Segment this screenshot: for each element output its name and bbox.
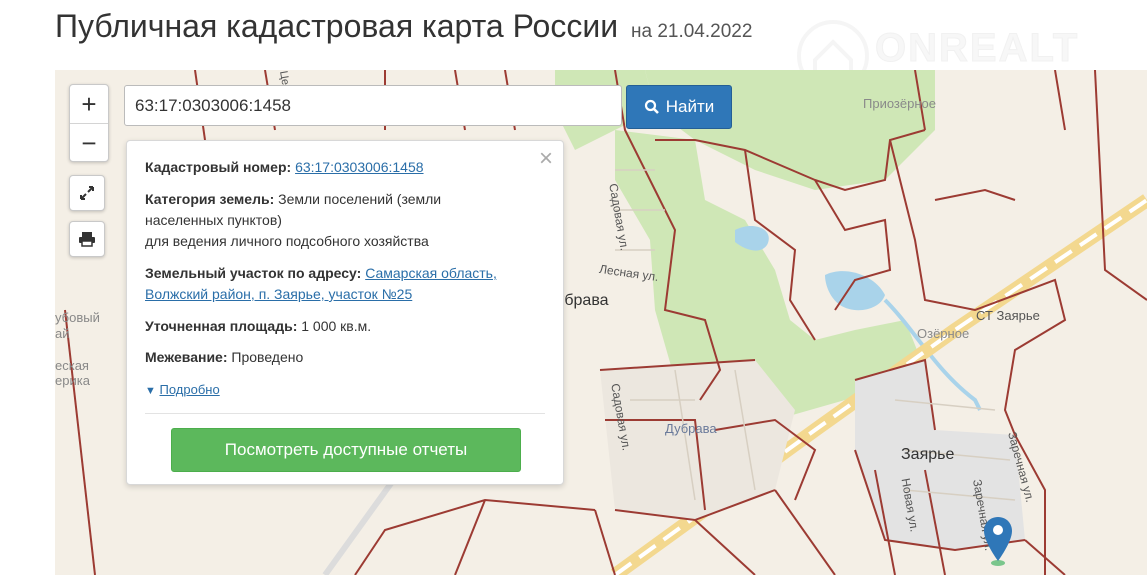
area-value: 1 000 кв.м.: [301, 318, 372, 334]
fullscreen-button[interactable]: [69, 175, 105, 211]
print-button[interactable]: [69, 221, 105, 257]
zoom-out-button[interactable]: −: [70, 123, 108, 162]
land-usage: для ведения личного подсобного хозяйства: [145, 233, 429, 249]
area-row: Уточненная площадь: 1 000 кв.м.: [145, 316, 543, 337]
address-label: Земельный участок по адресу:: [145, 265, 362, 281]
map-pin-icon[interactable]: [982, 515, 1014, 567]
cadastral-number-row: Кадастровый номер: 63:17:0303006:1458: [145, 157, 543, 178]
search-input[interactable]: [124, 85, 622, 126]
address-link-2[interactable]: Волжский район, п. Заярье, участок №25: [145, 286, 412, 302]
cadastral-number-link[interactable]: 63:17:0303006:1458: [295, 159, 423, 175]
address-link[interactable]: Самарская область,: [365, 265, 497, 281]
page-title: Публичная кадастровая карта России на 21…: [55, 8, 752, 45]
survey-row: Межевание: Проведено: [145, 347, 543, 368]
address-row: Земельный участок по адресу: Самарская о…: [145, 263, 543, 305]
search-button[interactable]: Найти: [626, 85, 732, 129]
land-category-value: Земли поселений (земли: [278, 191, 442, 207]
watermark-brand: ONREALT: [874, 26, 1080, 71]
survey-value: Проведено: [231, 349, 304, 365]
details-toggle[interactable]: ▼ Подробно: [145, 379, 543, 402]
parcel-info-popup: × Кадастровый номер: 63:17:0303006:1458 …: [126, 140, 564, 485]
zoom-control: + −: [69, 84, 109, 162]
details-link[interactable]: Подробно: [160, 382, 220, 397]
view-reports-button[interactable]: Посмотреть доступные отчеты: [171, 428, 521, 472]
search-button-label: Найти: [665, 97, 715, 116]
zoom-in-button[interactable]: +: [70, 85, 108, 123]
search-icon: [644, 99, 659, 114]
map-label-priozernoe: Приозёрное: [863, 96, 936, 111]
map-label-dubrava-2: Дубрава: [665, 421, 717, 436]
map-label-left-2: ай: [55, 326, 70, 341]
land-category-value-2: населенных пунктов): [145, 212, 282, 228]
map-label-st-zaryae: СТ Заярье: [976, 308, 1040, 323]
print-icon: [79, 232, 95, 247]
expand-icon: [80, 186, 94, 200]
survey-label: Межевание:: [145, 349, 228, 365]
area-label: Уточненная площадь:: [145, 318, 298, 334]
map-label-left-4: ерика: [55, 373, 90, 388]
caret-down-icon: ▼: [145, 385, 156, 397]
popup-divider: [145, 413, 545, 414]
map-label-zaryae: Заярье: [901, 446, 955, 463]
title-date: на 21.04.2022: [630, 21, 753, 42]
map-label-ozernoe: Озёрное: [917, 326, 970, 341]
land-category-row: Категория земель: Земли поселений (земли…: [145, 189, 543, 252]
cadastral-number-label: Кадастровый номер:: [145, 159, 292, 175]
page-title-text: Публичная кадастровая карта России: [55, 8, 619, 44]
map-label-left-1: убовый: [55, 310, 100, 325]
map-label-left-3: еская: [55, 358, 89, 373]
land-category-label: Категория земель:: [145, 191, 275, 207]
cadastral-map[interactable]: Приозёрное Озёрное СТ Заярье Дубрава Дуб…: [55, 70, 1147, 575]
map-label-top-street: Це: [276, 70, 292, 87]
